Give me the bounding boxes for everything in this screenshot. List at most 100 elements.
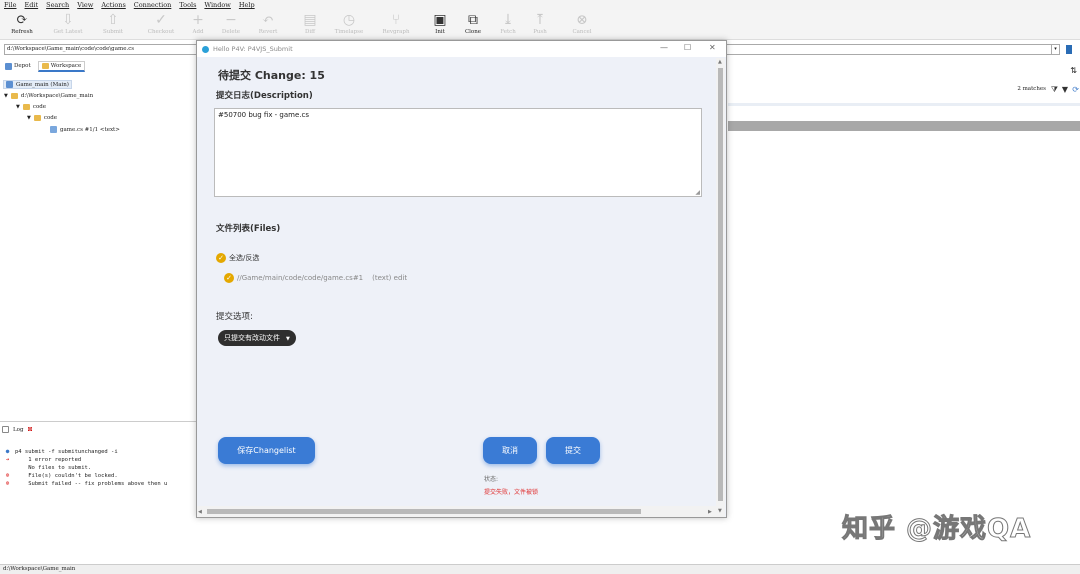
log-line: ⊗ Submit failed -- fix problems above th… xyxy=(5,480,168,487)
log-line: ➔ 1 error reported xyxy=(5,456,82,463)
revert-button[interactable]: ↶ Revert xyxy=(251,12,285,35)
sort-icon[interactable]: ⇅ xyxy=(1070,66,1077,75)
tree-node-code-sub[interactable]: ▼ code xyxy=(27,115,57,121)
init-button[interactable]: ▣ Init xyxy=(423,12,457,35)
tab-log[interactable]: Log ⊠ xyxy=(2,426,33,433)
log-line: No files to submit. xyxy=(15,465,92,471)
refresh-filter-icon[interactable]: ⟳ xyxy=(1072,85,1079,94)
menu-help[interactable]: Help xyxy=(239,1,255,9)
arrow-icon: ➔ xyxy=(5,456,10,463)
plus-icon: + xyxy=(192,12,204,28)
menu-file[interactable]: File xyxy=(4,1,17,9)
minimize-icon[interactable]: — xyxy=(660,43,668,52)
push-button[interactable]: ⤒ Push xyxy=(523,12,557,35)
checked-icon: ✓ xyxy=(224,273,234,283)
menu-bar: File Edit Search View Actions Connection… xyxy=(0,0,1080,10)
match-count: 2 matches xyxy=(1017,86,1046,92)
submit-option-select[interactable]: 只提交有改动文件 ▼ xyxy=(218,330,296,346)
fetch-button[interactable]: ⤓ Fetch xyxy=(491,12,525,35)
scroll-down-icon[interactable]: ▼ xyxy=(718,508,722,514)
undo-icon: ↶ xyxy=(262,12,274,28)
options-label: 提交选项: xyxy=(216,312,253,322)
expand-icon[interactable]: ▼ xyxy=(4,93,8,99)
description-textarea[interactable]: #50700 bug fix - game.cs ◢ xyxy=(214,108,702,197)
filter-clear-icon[interactable]: ⧩ xyxy=(1051,85,1058,95)
resize-grip-icon[interactable]: ◢ xyxy=(695,189,700,196)
menu-edit[interactable]: Edit xyxy=(25,1,39,9)
watermark: 知乎 @游戏QA xyxy=(841,514,1032,545)
checkout-button[interactable]: ✓ Checkout xyxy=(144,12,178,35)
submit-icon: ⇧ xyxy=(107,12,119,28)
tree-node-code[interactable]: ▼ code xyxy=(16,104,46,110)
push-icon: ⤒ xyxy=(534,12,546,28)
menu-search[interactable]: Search xyxy=(46,1,69,9)
timelapse-button[interactable]: ◷ Timelapse xyxy=(332,12,366,35)
error-icon: ⊗ xyxy=(5,472,10,479)
menu-actions[interactable]: Actions xyxy=(101,1,125,9)
clock-icon: ◷ xyxy=(342,12,356,28)
clone-button[interactable]: ⧉ Clone xyxy=(456,12,490,35)
cancel-button[interactable]: 取消 xyxy=(483,437,537,464)
dialog-title: 待提交 Change: 15 xyxy=(218,69,325,82)
minus-icon: − xyxy=(225,12,237,28)
cancel-toolbar-button[interactable]: ⊗ Cancel xyxy=(565,12,599,35)
maximize-icon[interactable]: ☐ xyxy=(684,43,691,52)
save-changelist-button[interactable]: 保存Changelist xyxy=(218,437,315,464)
scroll-up-icon[interactable]: ▲ xyxy=(718,59,722,65)
vertical-scrollbar[interactable]: ▲ ▼ xyxy=(716,58,725,517)
file-checkbox[interactable]: ✓//Game/main/code/code/game.cs#1 (text) e… xyxy=(224,273,407,283)
delete-button[interactable]: − Delete xyxy=(214,12,248,35)
app-icon xyxy=(202,45,209,53)
menu-window[interactable]: Window xyxy=(204,1,230,9)
add-button[interactable]: + Add xyxy=(181,12,215,35)
workspace-root-icon xyxy=(6,81,13,88)
workspace-icon xyxy=(41,62,49,69)
close-icon[interactable]: ✕ xyxy=(709,43,716,52)
log-output: ● p4 submit -f submitunchanged -i ➔ 1 erro… xyxy=(4,448,168,488)
menu-connection[interactable]: Connection xyxy=(134,1,172,9)
refresh-button[interactable]: ⟳ Refresh xyxy=(5,12,39,35)
scroll-left-icon[interactable]: ◀ xyxy=(198,509,202,515)
bookmark-icon[interactable] xyxy=(1066,45,1072,54)
chevron-down-icon: ▼ xyxy=(286,336,290,342)
horizontal-scrollbar[interactable]: ◀ ▶ xyxy=(197,506,716,517)
filter-icon[interactable]: ▼ xyxy=(1062,85,1068,94)
log-line: ⊗ File(s) couldn't be locked. xyxy=(5,472,118,479)
files-label: 文件列表(Files) xyxy=(216,224,281,234)
dialog-titlebar: Hello P4V: P4VJS_Submit — ☐ ✕ xyxy=(197,41,726,57)
tree-node-workspace[interactable]: ▼ d:\Workspace\Game_main xyxy=(4,93,93,99)
right-panel: ⇅ 2 matches ⧩ ▼ ⟳ xyxy=(728,60,1080,131)
menu-tools[interactable]: Tools xyxy=(179,1,196,9)
refresh-icon: ⟳ xyxy=(16,12,28,28)
file-icon xyxy=(50,126,57,133)
expand-icon[interactable]: ▼ xyxy=(16,104,20,110)
close-icon[interactable]: ⊠ xyxy=(27,426,32,433)
clone-icon: ⧉ xyxy=(468,12,478,28)
folder-icon xyxy=(10,93,18,99)
tab-workspace[interactable]: Workspace xyxy=(37,60,86,72)
checkmark-icon: ✓ xyxy=(155,12,167,28)
status-message: 提交失败，文件被锁 xyxy=(484,489,539,496)
branch-icon: ⑂ xyxy=(391,12,401,28)
tree-node-file[interactable]: game.cs #1/1 <text> xyxy=(50,126,120,133)
chevron-down-icon[interactable]: ▾ xyxy=(1051,45,1059,54)
expand-icon[interactable]: ▼ xyxy=(27,115,31,121)
submit-dialog: Hello P4V: P4VJS_Submit — ☐ ✕ 待提交 Change… xyxy=(196,40,727,518)
menu-view[interactable]: View xyxy=(77,1,93,9)
scroll-thumb[interactable] xyxy=(718,68,723,501)
tab-depot[interactable]: Depot xyxy=(2,61,34,72)
column-header xyxy=(728,121,1080,131)
revgraph-button[interactable]: ⑂ Revgraph xyxy=(379,12,413,35)
get-latest-button[interactable]: ⇩ Get Latest xyxy=(51,12,85,35)
toolbar: ⟳ Refresh ⇩ Get Latest ⇧ Submit ✓ Checkout +… xyxy=(0,10,1080,40)
get-latest-icon: ⇩ xyxy=(62,12,74,28)
diff-button[interactable]: ▤ Diff xyxy=(293,12,327,35)
workspace-selector[interactable]: Game_main (Main) xyxy=(3,80,72,89)
status-label: 状态: xyxy=(484,476,499,483)
scroll-thumb[interactable] xyxy=(207,509,641,514)
select-all-checkbox[interactable]: ✓ 全选/反选 xyxy=(216,253,259,263)
folder-icon xyxy=(33,115,41,121)
submit-button[interactable]: 提交 xyxy=(546,437,600,464)
submit-toolbar-button[interactable]: ⇧ Submit xyxy=(96,12,130,35)
scroll-right-icon[interactable]: ▶ xyxy=(708,509,712,515)
